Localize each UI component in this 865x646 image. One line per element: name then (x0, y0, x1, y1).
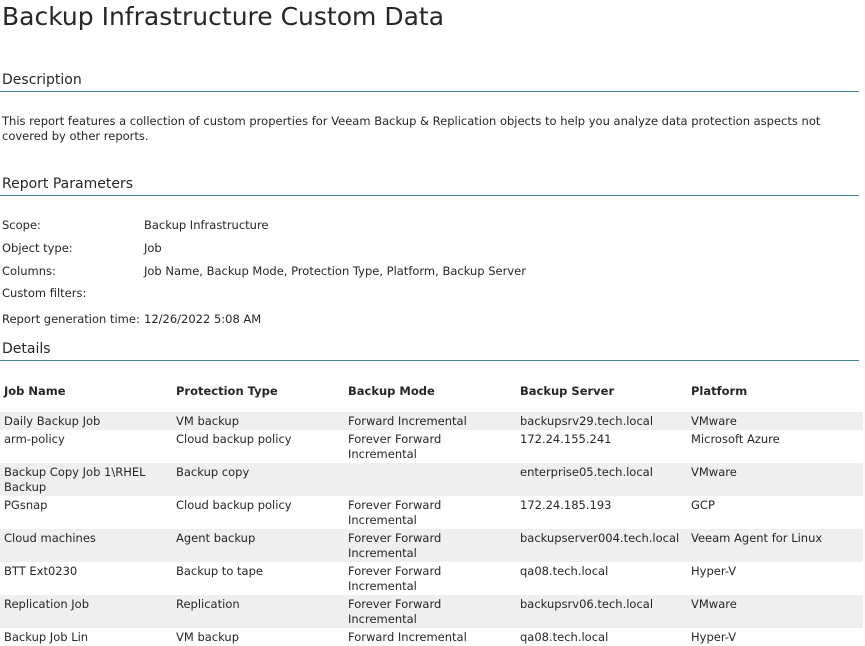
report-title: Backup Infrastructure Custom Data (2, 2, 445, 31)
cell-platform: Hyper-V (691, 564, 737, 578)
cell-job-name: Backup Copy Job 1\RHEL Backup (0, 463, 172, 496)
cell-platform: Hyper-V (691, 630, 737, 644)
param-label: Columns: (2, 264, 56, 278)
param-value: Job Name, Backup Mode, Protection Type, … (144, 264, 526, 278)
cell-job-name: Backup Job Lin (4, 630, 89, 644)
table-row: Cloud machines Agent backup Forever Forw… (0, 529, 863, 562)
column-header-backup-mode[interactable]: Backup Mode (344, 376, 516, 406)
cell-backup-mode: Forever Forward Incremental (348, 564, 442, 593)
cell-backup-server: backupsrv29.tech.local (516, 412, 687, 430)
cell-job-name: PGsnap (4, 498, 48, 512)
description-text: This report features a collection of cus… (2, 114, 821, 143)
cell-protection-type: Backup copy (172, 463, 344, 496)
cell-job-name: BTT Ext0230 (4, 564, 78, 578)
column-header-protection-type[interactable]: Protection Type (172, 376, 344, 406)
cell-job-name: arm-policy (4, 432, 65, 446)
cell-platform: VMware (687, 463, 863, 496)
cell-platform: VMware (687, 412, 863, 430)
column-header-platform[interactable]: Platform (687, 376, 863, 406)
details-heading: Details (0, 341, 859, 361)
cell-job-name: Daily Backup Job (0, 412, 172, 430)
param-value: 12/26/2022 5:08 AM (144, 312, 262, 326)
cell-platform: GCP (691, 498, 715, 512)
cell-backup-mode (344, 463, 516, 496)
cell-backup-server: enterprise05.tech.local (516, 463, 687, 496)
param-label: Object type: (2, 241, 73, 255)
param-label: Report generation time: (2, 312, 140, 326)
table-row: Backup Job Lin VM backup Forward Increme… (0, 628, 863, 646)
cell-backup-mode: Forward Incremental (348, 630, 467, 644)
table-row: Backup Copy Job 1\RHEL Backup Backup cop… (0, 463, 863, 496)
cell-backup-server: 172.24.185.193 (520, 498, 612, 512)
cell-backup-mode: Forever Forward Incremental (344, 595, 516, 628)
column-header-job-name[interactable]: Job Name (0, 376, 172, 406)
table-header-row: Job Name Protection Type Backup Mode Bac… (0, 376, 863, 406)
report-parameters-heading: Report Parameters (0, 176, 859, 196)
cell-backup-server: qa08.tech.local (520, 630, 609, 644)
table-row: PGsnap Cloud backup policy Forever Forwa… (0, 496, 863, 529)
table-row: Replication Job Replication Forever Forw… (0, 595, 863, 628)
cell-protection-type: VM backup (176, 630, 240, 644)
cell-backup-server: backupsrv06.tech.local (516, 595, 687, 628)
param-value: Job (144, 241, 162, 255)
cell-job-name: Cloud machines (0, 529, 172, 562)
param-value: Backup Infrastructure (144, 218, 269, 232)
cell-backup-server: backupserver004.tech.local (516, 529, 687, 562)
cell-protection-type: Cloud backup policy (176, 498, 292, 512)
cell-protection-type: Replication (172, 595, 344, 628)
details-table: Job Name Protection Type Backup Mode Bac… (0, 376, 863, 646)
cell-backup-mode: Forever Forward Incremental (344, 529, 516, 562)
cell-backup-server: qa08.tech.local (520, 564, 609, 578)
table-row: arm-policy Cloud backup policy Forever F… (0, 430, 863, 463)
cell-backup-mode: Forward Incremental (344, 412, 516, 430)
cell-job-name: Replication Job (0, 595, 172, 628)
cell-protection-type: Agent backup (172, 529, 344, 562)
description-heading: Description (0, 72, 859, 92)
column-header-backup-server[interactable]: Backup Server (516, 376, 687, 406)
cell-backup-mode: Forever Forward Incremental (348, 498, 442, 527)
cell-protection-type: Cloud backup policy (176, 432, 292, 446)
table-row: Daily Backup Job VM backup Forward Incre… (0, 412, 863, 430)
cell-backup-server: 172.24.155.241 (520, 432, 612, 446)
cell-platform: VMware (687, 595, 863, 628)
cell-platform: Veeam Agent for Linux (687, 529, 863, 562)
cell-protection-type: Backup to tape (176, 564, 263, 578)
table-row: BTT Ext0230 Backup to tape Forever Forwa… (0, 562, 863, 595)
cell-backup-mode: Forever Forward Incremental (348, 432, 442, 461)
cell-platform: Microsoft Azure (691, 432, 780, 446)
report-page: Backup Infrastructure Custom Data Descri… (0, 0, 865, 644)
cell-protection-type: VM backup (172, 412, 344, 430)
param-label: Custom filters: (2, 286, 87, 300)
param-label: Scope: (2, 218, 41, 232)
